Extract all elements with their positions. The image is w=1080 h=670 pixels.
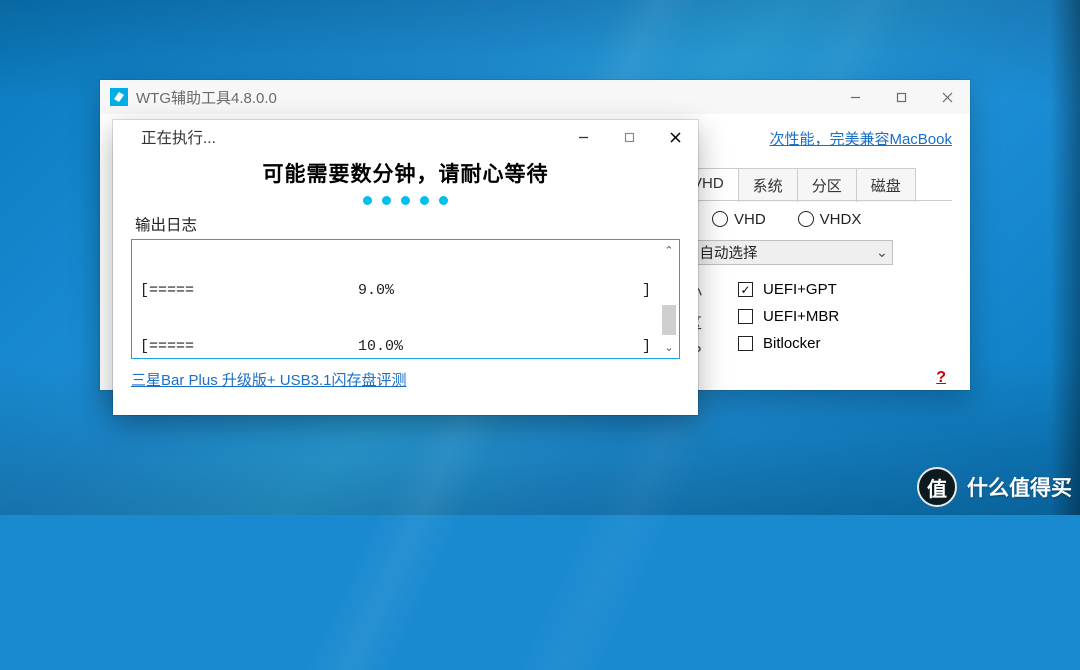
tab-partition[interactable]: 分区 <box>798 168 857 202</box>
tabs-row: VHD 系统 分区 磁盘 <box>677 168 952 202</box>
app-icon <box>121 128 133 146</box>
maximize-button[interactable] <box>878 80 924 114</box>
dot-icon <box>401 196 410 205</box>
minimize-button[interactable] <box>832 80 878 114</box>
chevron-down-icon: ⌄ <box>872 245 892 261</box>
app-icon <box>110 88 128 106</box>
radio-icon <box>798 211 814 227</box>
radio-vhd[interactable]: VHD <box>712 211 766 228</box>
dialog-titlebar[interactable]: 正在执行... <box>113 120 698 154</box>
watermark: 值 什么值得买 <box>917 467 1072 507</box>
auto-select-dropdown[interactable]: ：自动选择 ⌄ <box>678 240 893 265</box>
minimize-button[interactable] <box>560 120 606 154</box>
window-controls <box>832 80 970 114</box>
log-label: 输出日志 <box>135 213 680 235</box>
checkbox-icon <box>738 309 753 324</box>
radio-vhdx[interactable]: VHDX <box>798 211 862 228</box>
tab-disk[interactable]: 磁盘 <box>857 168 916 202</box>
check-uefi-mbr[interactable]: UEFI+MBR <box>738 308 839 325</box>
window-title: WTG辅助工具4.8.0.0 <box>136 87 277 108</box>
close-button[interactable] <box>924 80 970 114</box>
scrollbar[interactable]: ⌃ ⌄ <box>659 240 679 358</box>
checkbox-icon <box>738 336 753 351</box>
dialog-controls <box>560 120 698 154</box>
progress-dots <box>131 196 680 205</box>
check-bitlocker[interactable]: Bitlocker <box>738 335 839 352</box>
check-uefi-gpt[interactable]: ✓ UEFI+GPT <box>738 281 839 298</box>
dot-icon <box>420 196 429 205</box>
progress-headline: 可能需要数分钟，请耐心等待 <box>131 158 680 188</box>
radio-icon <box>712 211 728 227</box>
close-button[interactable] <box>652 120 698 154</box>
dialog-body: 可能需要数分钟，请耐心等待 输出日志 [=====9.0%] [=====10.… <box>113 154 698 396</box>
checkbox-icon: ✓ <box>738 282 753 297</box>
scroll-down-icon[interactable]: ⌄ <box>664 341 673 354</box>
macbook-link[interactable]: 次性能，完美兼容MacBook <box>769 128 952 149</box>
log-box: [=====9.0%] [=====10.0%] [=====11.0%] [=… <box>131 239 680 359</box>
watermark-badge-icon: 值 <box>917 467 957 507</box>
dot-icon <box>439 196 448 205</box>
help-link[interactable]: ? <box>936 369 946 387</box>
tab-system[interactable]: 系统 <box>739 168 798 202</box>
bg-accent <box>1050 0 1080 515</box>
dot-icon <box>382 196 391 205</box>
dot-icon <box>363 196 372 205</box>
option-checks: ✓ UEFI+GPT UEFI+MBR Bitlocker <box>738 281 839 360</box>
scroll-thumb[interactable] <box>662 305 676 335</box>
dialog-title: 正在执行... <box>141 126 216 148</box>
scroll-up-icon[interactable]: ⌃ <box>664 244 673 257</box>
maximize-button[interactable] <box>606 120 652 154</box>
samsung-review-link[interactable]: 三星Bar Plus 升级版+ USB3.1闪存盘评测 <box>131 369 680 390</box>
main-titlebar[interactable]: WTG辅助工具4.8.0.0 <box>100 80 970 114</box>
watermark-text: 什么值得买 <box>967 472 1072 502</box>
log-content[interactable]: [=====9.0%] [=====10.0%] [=====11.0%] [=… <box>132 240 659 358</box>
progress-dialog: 正在执行... 可能需要数分钟，请耐心等待 输出日志 [=====9.0%] [… <box>113 120 698 415</box>
